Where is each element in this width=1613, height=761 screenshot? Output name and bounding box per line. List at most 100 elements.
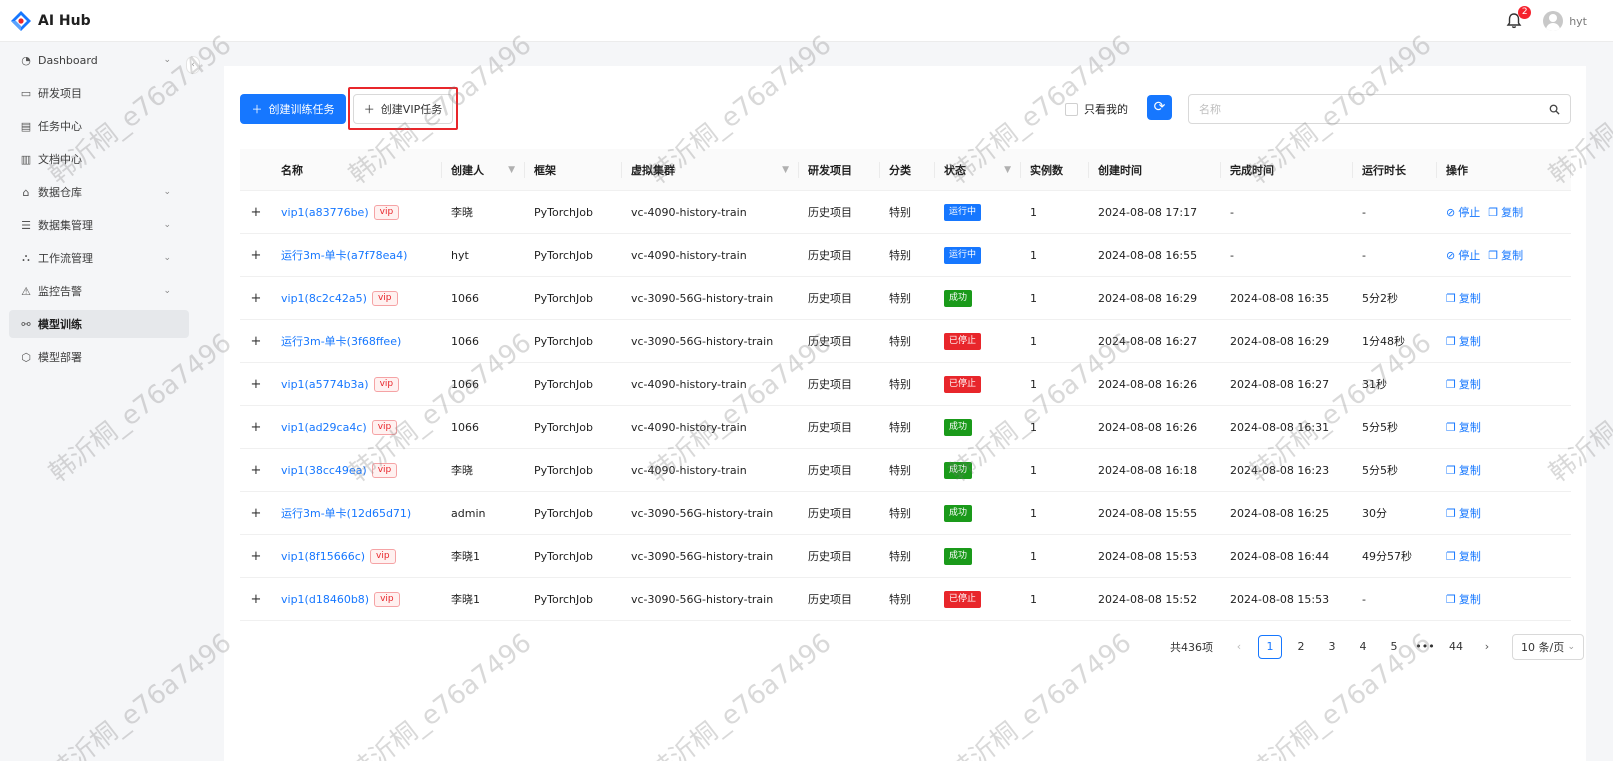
copy-button[interactable]: ❐ 复制 — [1488, 247, 1523, 263]
expand-row-button[interactable]: + — [240, 406, 272, 448]
creator-cell: hyt — [442, 234, 525, 276]
only-mine-checkbox[interactable]: 只看我的 — [1065, 101, 1128, 117]
cluster-cell: vc-4090-history-train — [622, 449, 799, 491]
task-name-link[interactable]: vip1(d18460b8) — [281, 593, 369, 606]
chevron-down-icon[interactable]: ⌄ — [163, 220, 171, 230]
page-44-button[interactable]: 44 — [1444, 635, 1468, 659]
chevron-down-icon[interactable]: ⌄ — [163, 253, 171, 263]
task-name-link[interactable]: vip1(38cc49ea) — [281, 464, 367, 477]
chevron-down-icon[interactable]: ⌄ — [163, 55, 171, 65]
column-header: 名称 — [272, 149, 442, 190]
page-2-button[interactable]: 2 — [1289, 635, 1313, 659]
search-icon[interactable] — [1549, 104, 1560, 115]
create-training-task-button[interactable]: ＋ 创建训练任务 — [240, 94, 346, 124]
copy-button[interactable]: ❐ 复制 — [1488, 204, 1523, 220]
expand-row-button[interactable]: + — [240, 492, 272, 534]
task-name-link[interactable]: vip1(a5774b3a) — [281, 378, 369, 391]
duration-cell: 31秒 — [1353, 363, 1437, 405]
copy-button[interactable]: ❐ 复制 — [1446, 548, 1481, 564]
task-name-link[interactable]: 运行3m-单卡(3f68ffee) — [281, 333, 401, 349]
column-header[interactable]: 虚拟集群 ▼ — [622, 149, 799, 190]
project-cell-text: 历史项目 — [808, 464, 852, 477]
page-size-select[interactable]: 10 条/页 ⌄ — [1512, 634, 1584, 660]
sidebar-item-7[interactable]: ⚠ 监控告警 ⌄ — [9, 277, 189, 305]
copy-button[interactable]: ❐ 复制 — [1446, 333, 1481, 349]
column-header[interactable]: 状态 ▼ — [935, 149, 1021, 190]
task-name-link[interactable]: vip1(8f15666c) — [281, 550, 365, 563]
column-header[interactable]: 创建人 ▼ — [442, 149, 525, 190]
page-3-button[interactable]: 3 — [1320, 635, 1344, 659]
copy-button[interactable]: ❐ 复制 — [1446, 419, 1481, 435]
instances-cell-text: 1 — [1030, 291, 1037, 305]
creator-cell-text: 1066 — [451, 291, 479, 305]
sidebar-item-3[interactable]: ▥ 文档中心 — [9, 145, 189, 173]
created-time-cell: 2024-08-08 15:52 — [1089, 578, 1221, 620]
prev-page-button[interactable]: ‹ — [1227, 635, 1251, 659]
page-1-button[interactable]: 1 — [1258, 635, 1282, 659]
task-name-link[interactable]: 运行3m-单卡(12d65d71) — [281, 505, 411, 521]
filter-icon[interactable]: ▼ — [508, 165, 515, 175]
vip-tag: vip — [374, 591, 400, 607]
expand-row-button[interactable]: + — [240, 535, 272, 577]
stop-button[interactable]: ⊘ 停止 — [1446, 247, 1480, 263]
sidebar-item-2[interactable]: ▤ 任务中心 — [9, 112, 189, 140]
search-input[interactable] — [1199, 102, 1549, 116]
filter-icon[interactable]: ▼ — [1004, 165, 1011, 175]
sidebar-item-8[interactable]: ⚯ 模型训练 — [9, 310, 189, 338]
task-name-link[interactable]: 运行3m-单卡(a7f78ea4) — [281, 247, 407, 263]
finished-time-cell-text: 2024-08-08 16:29 — [1230, 334, 1330, 348]
instances-cell-text: 1 — [1030, 506, 1037, 520]
copy-button[interactable]: ❐ 复制 — [1446, 290, 1481, 306]
page-4-button[interactable]: 4 — [1351, 635, 1375, 659]
checkbox-box[interactable] — [1065, 102, 1078, 116]
cluster-cell: vc-3090-56G-history-train — [622, 535, 799, 577]
page-5-button[interactable]: 5 — [1382, 635, 1406, 659]
next-page-button[interactable]: › — [1475, 635, 1499, 659]
expand-row-button[interactable]: + — [240, 578, 272, 620]
chevron-down-icon[interactable]: ⌄ — [163, 187, 171, 197]
sidebar-item-5[interactable]: ☰ 数据集管理 ⌄ — [9, 211, 189, 239]
framework-cell: PyTorchJob — [525, 234, 622, 276]
stop-icon: ⊘ — [1446, 248, 1456, 262]
sidebar-item-0[interactable]: ◔ Dashboard ⌄ — [9, 46, 189, 74]
expand-row-button[interactable]: + — [240, 449, 272, 491]
duration-cell-text: - — [1362, 248, 1366, 262]
sidebar-item-9[interactable]: ⬡ 模型部署 — [9, 343, 189, 371]
task-name-link[interactable]: vip1(8c2c42a5) — [281, 292, 367, 305]
task-name-cell: vip1(a5774b3a) vip — [272, 363, 442, 405]
pagination-ellipsis[interactable]: ••• — [1413, 635, 1437, 659]
project-cell: 历史项目 — [799, 363, 880, 405]
creator-cell: 李晓 — [442, 191, 525, 233]
notification-bell[interactable]: 2 — [1505, 6, 1532, 30]
creator-cell: 1066 — [442, 320, 525, 362]
copy-button[interactable]: ❐ 复制 — [1446, 462, 1481, 478]
search-box[interactable] — [1188, 94, 1571, 124]
filter-icon[interactable]: ▼ — [782, 165, 789, 175]
task-name-link[interactable]: vip1(a83776be) — [281, 206, 369, 219]
top-header: AI Hub 2 hyt — [0, 0, 1613, 42]
category-cell: 特别 — [880, 191, 935, 233]
expand-row-button[interactable]: + — [240, 234, 272, 276]
expand-row-button[interactable]: + — [240, 277, 272, 319]
stop-button[interactable]: ⊘ 停止 — [1446, 204, 1480, 220]
task-name-link[interactable]: vip1(ad29ca4c) — [281, 421, 367, 434]
sidebar-item-1[interactable]: ▭ 研发项目 — [9, 79, 189, 107]
expand-row-button[interactable]: + — [240, 363, 272, 405]
expand-row-button[interactable]: + — [240, 191, 272, 233]
sidebar-item-4[interactable]: ⌂ 数据仓库 ⌄ — [9, 178, 189, 206]
copy-button[interactable]: ❐ 复制 — [1446, 505, 1481, 521]
status-badge: 已停止 — [944, 332, 982, 350]
finished-time-cell: 2024-08-08 16:23 — [1221, 449, 1353, 491]
app-logo[interactable]: AI Hub — [10, 10, 91, 32]
chevron-down-icon[interactable]: ⌄ — [163, 286, 171, 296]
expand-row-button[interactable]: + — [240, 320, 272, 362]
create-vip-task-button[interactable]: ＋ 创建VIP任务 — [353, 94, 453, 124]
sidebar-item-6[interactable]: ⛬ 工作流管理 ⌄ — [9, 244, 189, 272]
user-menu[interactable]: hyt — [1543, 11, 1587, 31]
category-cell-text: 特别 — [889, 292, 911, 305]
refresh-button[interactable]: ⟳ — [1147, 95, 1172, 120]
project-cell: 历史项目 — [799, 578, 880, 620]
copy-button[interactable]: ❐ 复制 — [1446, 591, 1481, 607]
copy-button[interactable]: ❐ 复制 — [1446, 376, 1481, 392]
instances-cell: 1 — [1021, 449, 1089, 491]
